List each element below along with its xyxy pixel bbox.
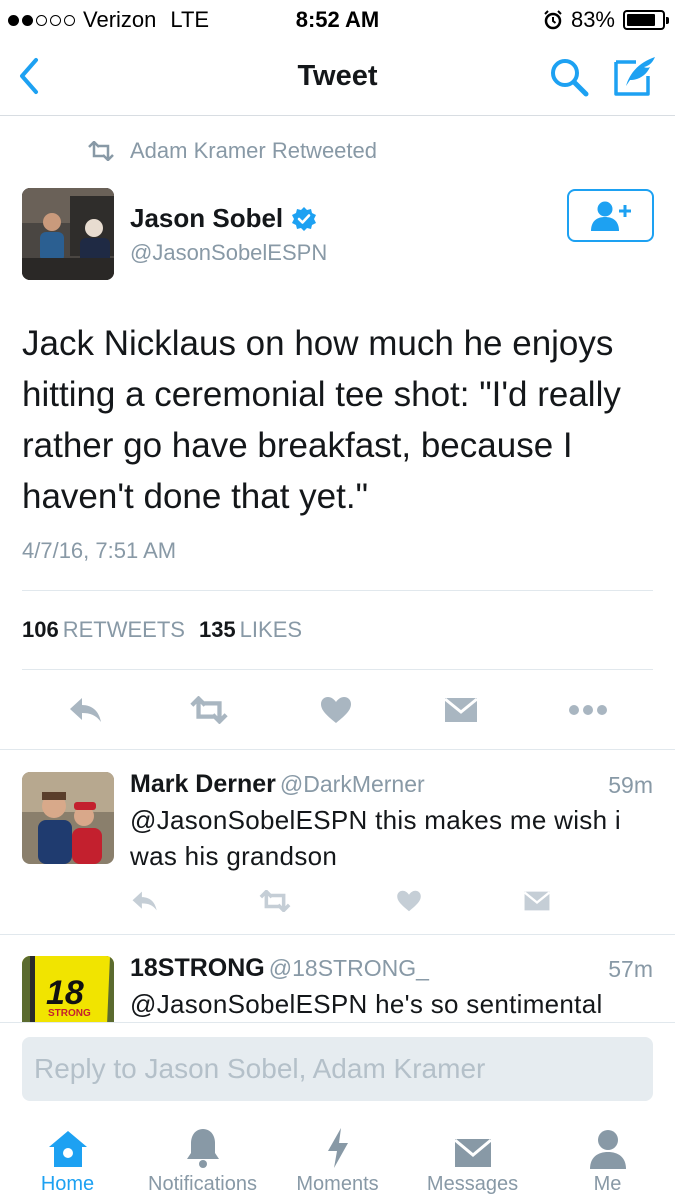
- reply-text: @JasonSobelESPN he's so sentimental: [130, 989, 603, 1019]
- retweet-context-label: Adam Kramer Retweeted: [130, 138, 377, 163]
- tab-home-label: Home: [40, 1173, 95, 1195]
- reply-time: 59m: [608, 772, 653, 798]
- author-handle[interactable]: @JasonSobelESPN: [130, 240, 327, 266]
- reply-icon[interactable]: [128, 886, 162, 916]
- retweet-context: Adam Kramer Retweeted: [86, 138, 377, 164]
- search-icon[interactable]: [548, 56, 590, 98]
- tab-notifications[interactable]: Notifications: [135, 1125, 270, 1196]
- retweets-count: 106: [22, 617, 59, 642]
- reply-text: @JasonSobelESPN this makes me wish i was…: [130, 805, 621, 871]
- reply-avatar-logo-sub: STRONG: [48, 1008, 91, 1019]
- retweets-label: RETWEETS: [62, 617, 185, 642]
- tweet-actions: [0, 670, 675, 750]
- likes-label: LIKES: [239, 617, 303, 642]
- retweet-icon: [88, 141, 114, 161]
- status-right: 83%: [543, 7, 669, 33]
- status-bar: Verizon LTE 8:52 AM 83%: [0, 0, 675, 38]
- tab-home[interactable]: Home: [0, 1125, 135, 1196]
- home-icon: [48, 1131, 87, 1167]
- tab-messages[interactable]: Messages: [405, 1125, 540, 1196]
- reply-header: 18STRONG @18STRONG_ 57m: [130, 954, 653, 983]
- nav-bar: Tweet: [0, 38, 675, 116]
- reply-time: 57m: [608, 956, 653, 982]
- tweet-timestamp: 4/7/16, 7:51 AM: [22, 538, 177, 563]
- bell-icon: [186, 1129, 219, 1168]
- more-options-icon[interactable]: [568, 692, 608, 728]
- envelope-icon: [453, 1138, 492, 1167]
- tab-me[interactable]: Me: [540, 1125, 675, 1196]
- reply-tweet[interactable]: 18 STRONG 18STRONG @18STRONG_ 57m @JasonS…: [0, 934, 675, 1022]
- alarm-icon: [544, 10, 562, 30]
- retweets-stat[interactable]: 106 RETWEETS: [22, 617, 185, 643]
- likes-count: 135: [198, 617, 236, 642]
- battery-icon: [623, 10, 669, 30]
- tweet-stats: 106 RETWEETS 135 LIKES: [22, 590, 653, 670]
- like-heart-icon[interactable]: [392, 886, 426, 916]
- direct-message-icon[interactable]: [520, 886, 554, 916]
- tab-me-label: Me: [593, 1173, 622, 1195]
- like-heart-icon[interactable]: [316, 692, 356, 728]
- direct-message-icon[interactable]: [441, 692, 481, 728]
- author-name-row: Jason Sobel: [130, 203, 327, 234]
- tweet-text: Jack Nicklaus on how much he enjoys hitt…: [22, 324, 621, 516]
- add-user-icon: [590, 201, 631, 231]
- reply-author-handle[interactable]: @18STRONG_: [269, 955, 429, 981]
- person-icon: [589, 1130, 626, 1169]
- retweet-action-icon[interactable]: [189, 692, 229, 728]
- reply-header: Mark Derner @DarkMerner 59m: [130, 770, 653, 799]
- reply-author-name[interactable]: 18STRONG: [130, 954, 265, 982]
- reply-tweet[interactable]: Mark Derner @DarkMerner 59m @JasonSobelES…: [0, 750, 675, 934]
- verified-badge-icon: [292, 206, 317, 231]
- retweet-action-icon[interactable]: [258, 886, 292, 916]
- author-avatar[interactable]: [22, 188, 114, 280]
- author-info: Jason Sobel @JasonSobelESPN: [130, 203, 327, 266]
- reply-input[interactable]: Reply to Jason Sobel, Adam Kramer: [22, 1037, 653, 1101]
- battery-percent: 83%: [570, 7, 615, 32]
- tab-bar: Home Notifications Moments Messages Me: [0, 1117, 675, 1200]
- tab-notifications-label: Notifications: [148, 1173, 257, 1195]
- likes-stat[interactable]: 135 LIKES: [199, 617, 302, 643]
- reply-icon[interactable]: [66, 692, 106, 728]
- tab-moments[interactable]: Moments: [270, 1125, 405, 1196]
- tab-moments-label: Moments: [296, 1173, 379, 1195]
- compose-tweet-icon[interactable]: [612, 54, 658, 98]
- reply-avatar[interactable]: [22, 772, 114, 864]
- lightning-icon: [327, 1128, 348, 1168]
- reply-bar: Reply to Jason Sobel, Adam Kramer: [0, 1022, 675, 1117]
- reply-author-handle[interactable]: @DarkMerner: [280, 771, 425, 797]
- reply-author-name[interactable]: Mark Derner: [130, 770, 276, 798]
- author-name[interactable]: Jason Sobel: [130, 203, 283, 234]
- follow-button[interactable]: [567, 189, 654, 242]
- tab-messages-label: Messages: [426, 1173, 519, 1195]
